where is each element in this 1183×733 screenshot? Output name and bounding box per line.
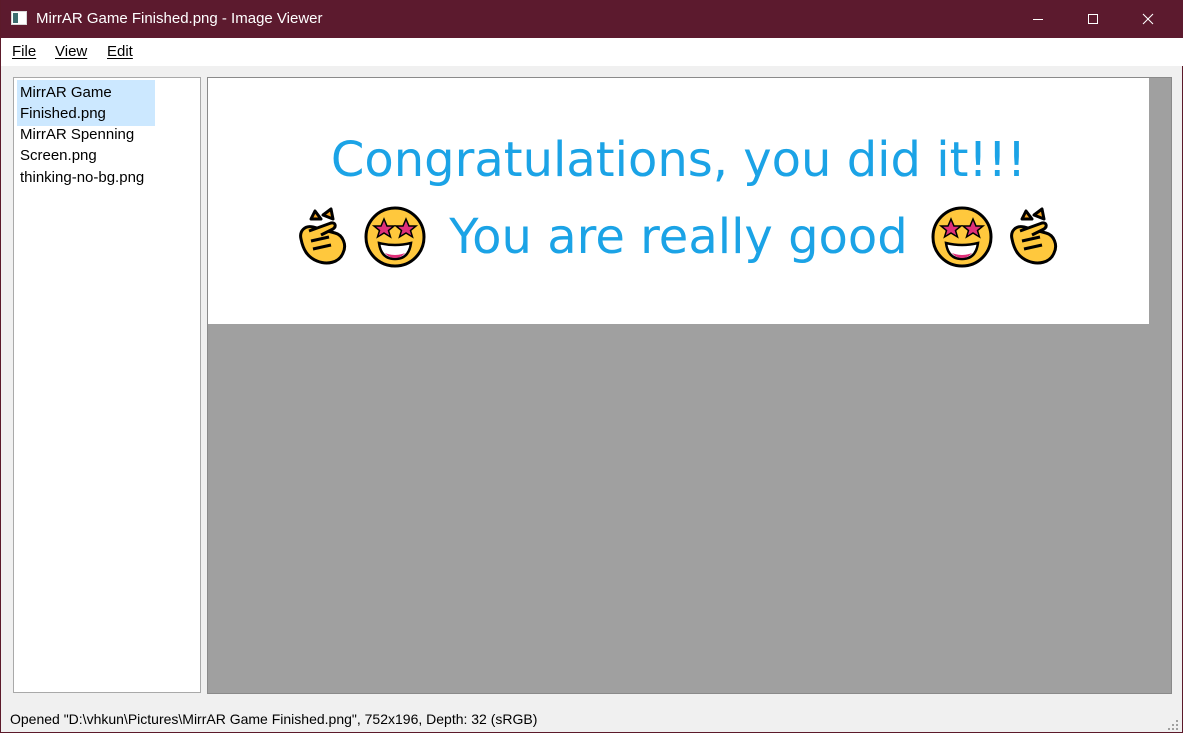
- status-bar: Opened "D:\vhkun\Pictures\MirrAR Game Fi…: [1, 705, 1183, 733]
- window-title: MirrAR Game Finished.png - Image Viewer: [36, 10, 323, 27]
- file-list-item[interactable]: MirrAR Game Finished.png: [17, 80, 155, 126]
- star-struck-icon: [363, 205, 427, 269]
- status-text: Opened "D:\vhkun\Pictures\MirrAR Game Fi…: [10, 711, 538, 727]
- clapping-hands-icon: [291, 205, 355, 269]
- menu-bar: File View Edit: [1, 38, 1183, 66]
- close-icon: [1142, 13, 1154, 25]
- image-text-congratulations: Congratulations, you did it!!!: [330, 132, 1027, 188]
- menu-file[interactable]: File: [12, 43, 36, 61]
- star-struck-icon: [930, 205, 994, 269]
- minimize-button[interactable]: [1015, 0, 1061, 38]
- resize-grip-icon[interactable]: [1168, 720, 1178, 730]
- menu-edit[interactable]: Edit: [107, 43, 133, 61]
- image-text-really-good: You are really good: [449, 209, 908, 265]
- app-icon: [11, 11, 27, 25]
- displayed-image: Congratulations, you did it!!! You are r…: [208, 78, 1149, 324]
- title-bar[interactable]: MirrAR Game Finished.png - Image Viewer: [1, 0, 1183, 38]
- maximize-button[interactable]: [1070, 0, 1116, 38]
- file-list-item[interactable]: thinking-no-bg.png: [17, 165, 155, 190]
- image-view[interactable]: Congratulations, you did it!!! You are r…: [207, 77, 1172, 694]
- file-list-item[interactable]: MirrAR Spenning Screen.png: [17, 122, 155, 168]
- close-button[interactable]: [1125, 0, 1171, 38]
- clapping-hands-icon: [1002, 205, 1066, 269]
- minimize-icon: [1033, 19, 1043, 20]
- menu-view[interactable]: View: [55, 43, 87, 61]
- image-viewer-window: MirrAR Game Finished.png - Image Viewer …: [0, 0, 1183, 733]
- file-list[interactable]: MirrAR Game Finished.png MirrAR Spenning…: [13, 77, 201, 693]
- image-text-line2: You are really good: [208, 204, 1149, 270]
- maximize-icon: [1088, 14, 1098, 24]
